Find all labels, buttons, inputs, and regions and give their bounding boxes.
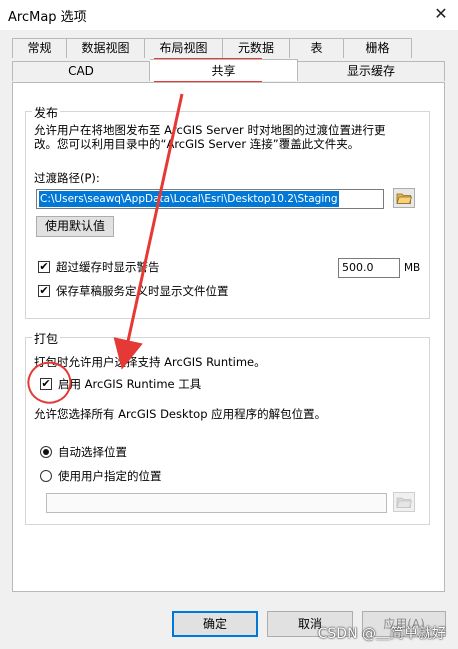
unpack-description: 允许您选择所有 ArcGIS Desktop 应用程序的解包位置。 — [34, 407, 327, 421]
show-location-label: 保存草稿服务定义时显示文件位置 — [56, 284, 229, 298]
ok-button[interactable]: 确定 — [172, 611, 258, 637]
check-icon: ✔ — [39, 260, 49, 273]
publish-description-line2: 改。您可以利用目录中的“ArcGIS Server 连接”覆盖此文件夹。 — [34, 137, 360, 151]
tab-data-view[interactable]: 数据视图 — [67, 38, 145, 58]
tab-metadata[interactable]: 元数据 — [223, 38, 290, 58]
browse-user-location-button[interactable] — [393, 492, 415, 512]
title-bar: ArcMap 选项 ✕ — [0, 0, 458, 30]
auto-location-label: 自动选择位置 — [58, 445, 127, 459]
warn-cache-label: 超过缓存时显示警告 — [56, 260, 160, 274]
staging-path-input[interactable]: C:\Users\seawq\AppData\Local\Esri\Deskto… — [36, 189, 384, 209]
tab-raster[interactable]: 栅格 — [344, 38, 412, 58]
tab-general[interactable]: 常规 — [12, 38, 67, 58]
package-description: 打包时允许用户选择支持 ArcGIS Runtime。 — [34, 355, 266, 369]
publish-group: 发布 允许用户在将地图发布至 ArcGIS Server 时对地图的过渡位置进行… — [25, 104, 430, 319]
warn-cache-checkbox[interactable]: ✔ — [38, 261, 50, 273]
package-group: 打包 打包时允许用户选择支持 ArcGIS Runtime。 ✔ 启用 ArcG… — [25, 330, 430, 525]
close-icon[interactable]: ✕ — [424, 0, 458, 30]
enable-runtime-checkbox[interactable]: ✔ — [40, 378, 52, 390]
tab-sharing[interactable]: 共享 — [150, 59, 298, 81]
user-location-label: 使用用户指定的位置 — [58, 469, 162, 483]
browse-staging-button[interactable] — [393, 188, 415, 208]
folder-icon — [396, 193, 413, 204]
show-location-checkbox[interactable]: ✔ — [38, 285, 50, 297]
folder-icon — [396, 497, 413, 508]
tab-cad[interactable]: CAD — [12, 61, 150, 81]
watermark: CSDN @＿简单就好 — [317, 626, 446, 642]
tab-table[interactable]: 表 — [290, 38, 344, 58]
user-location-radio[interactable] — [40, 470, 52, 482]
tab-row-1: 常规 数据视图 布局视图 元数据 表 栅格 — [12, 38, 412, 58]
cache-size-unit: MB — [404, 262, 421, 274]
user-location-input[interactable] — [46, 493, 387, 513]
check-icon: ✔ — [39, 284, 49, 297]
check-icon: ✔ — [41, 377, 51, 390]
staging-path-label: 过渡路径(P): — [34, 171, 100, 185]
cache-size-input[interactable]: 500.0 — [338, 258, 400, 278]
tab-layout-view[interactable]: 布局视图 — [145, 38, 223, 58]
window-title: ArcMap 选项 — [8, 10, 87, 25]
use-default-button[interactable]: 使用默认值 — [36, 216, 114, 237]
tab-row-2: CAD 共享 显示缓存 — [12, 59, 445, 81]
publish-group-title: 发布 — [32, 104, 61, 121]
staging-path-value: C:\Users\seawq\AppData\Local\Esri\Deskto… — [39, 191, 339, 207]
enable-runtime-label: 启用 ArcGIS Runtime 工具 — [58, 377, 202, 391]
sharing-panel: 发布 允许用户在将地图发布至 ArcGIS Server 时对地图的过渡位置进行… — [12, 82, 445, 592]
tab-display-cache[interactable]: 显示缓存 — [298, 61, 445, 81]
package-group-title: 打包 — [32, 330, 61, 347]
auto-location-radio[interactable] — [40, 446, 52, 458]
